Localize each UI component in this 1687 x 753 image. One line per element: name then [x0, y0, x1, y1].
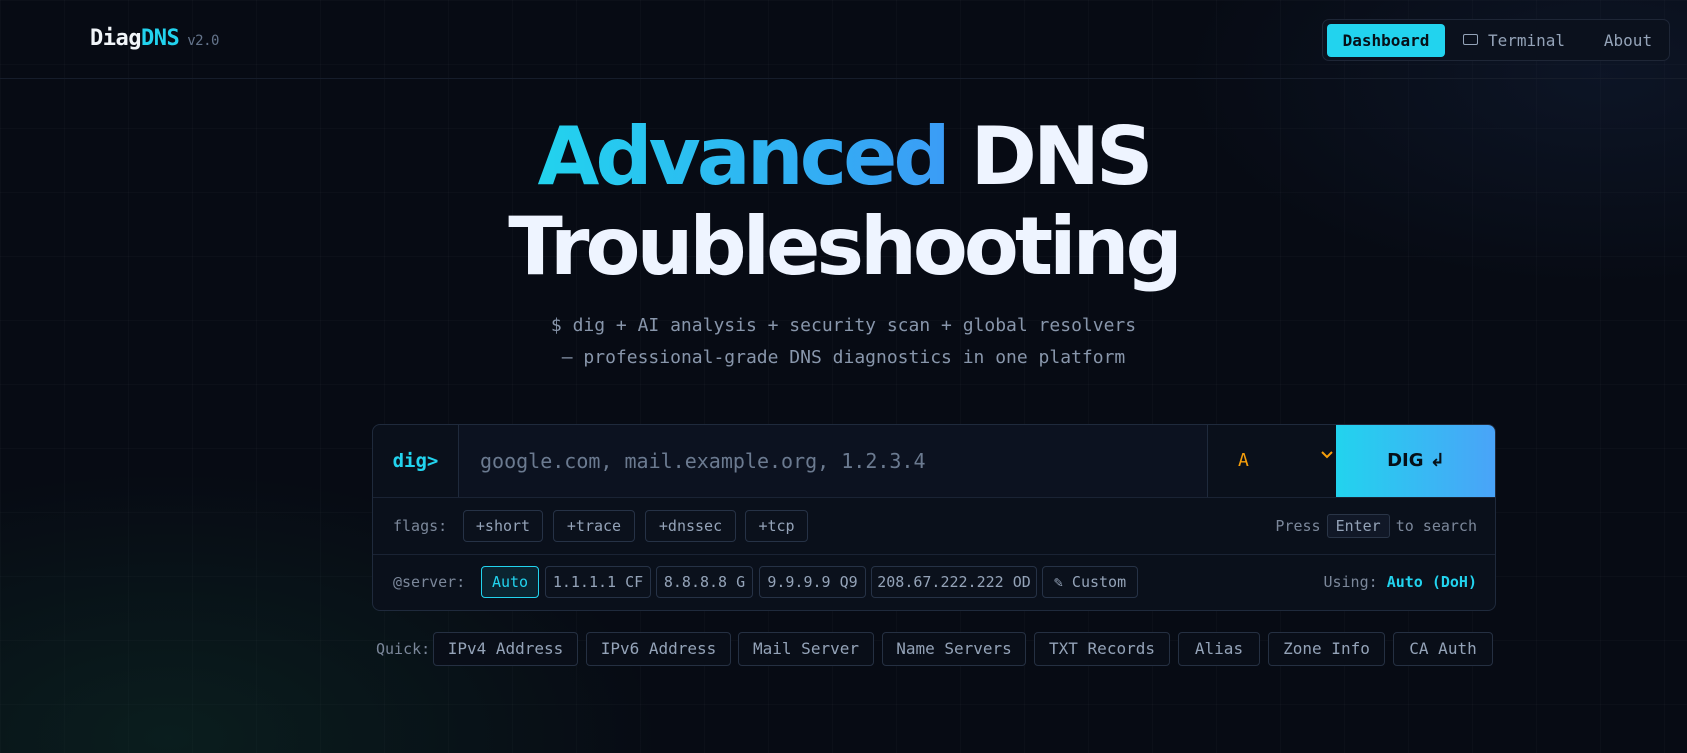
quick-name-servers-button[interactable]: Name Servers — [882, 632, 1026, 666]
quick-ipv4-button[interactable]: IPv4 Address — [433, 632, 578, 666]
quick-mail-server-button[interactable]: Mail Server — [738, 632, 874, 666]
hero-title-line1: Advanced DNS — [0, 112, 1687, 202]
chevron-down-icon — [1321, 451, 1333, 459]
enter-key-badge: Enter — [1326, 514, 1390, 538]
tab-dashboard[interactable]: Dashboard — [1327, 24, 1445, 57]
logo-text-diag: Diag — [90, 26, 141, 51]
server-row: @server: Auto 1.1.1.1 CF 8.8.8.8 G 9.9.9… — [373, 555, 1495, 610]
server-google-button[interactable]: 8.8.8.8 G — [656, 566, 753, 598]
flag-short-button[interactable]: +short — [463, 510, 543, 542]
server-cloudflare-button[interactable]: 1.1.1.1 CF — [545, 566, 651, 598]
flags-row: flags: +short +trace +dnssec +tcp Press E… — [373, 497, 1495, 555]
top-navbar: DiagDNS v2.0 Dashboard Terminal About — [0, 0, 1687, 79]
server-quad9-button[interactable]: 9.9.9.9 Q9 — [759, 566, 866, 598]
quick-label: Quick: — [376, 640, 431, 658]
nav-tabs: Dashboard Terminal About — [1322, 19, 1670, 61]
dig-button[interactable]: DIG ↲ — [1336, 425, 1495, 497]
flag-trace-button[interactable]: +trace — [553, 510, 635, 542]
record-type-select[interactable]: A — [1207, 425, 1336, 497]
using-indicator: Using: Auto (DoH) — [1323, 573, 1477, 591]
flag-tcp-button[interactable]: +tcp — [745, 510, 808, 542]
hero-title-line2: Troubleshooting — [508, 200, 1182, 293]
tab-about[interactable]: About — [1593, 24, 1663, 57]
flag-dnssec-button[interactable]: +dnssec — [645, 510, 736, 542]
quick-alias-button[interactable]: Alias — [1178, 632, 1260, 666]
logo-text-dns: DNS — [140, 26, 180, 51]
hint-suffix: to search — [1395, 517, 1477, 535]
quick-zone-info-button[interactable]: Zone Info — [1268, 632, 1385, 666]
hero-subtitle-line1: $ dig + AI analysis + security scan + gl… — [550, 315, 1137, 336]
tab-terminal-label: Terminal — [1487, 31, 1566, 50]
server-custom-button[interactable]: ✎ Custom — [1042, 566, 1138, 598]
hint-prefix: Press — [1275, 517, 1321, 535]
version-label: v2.0 — [187, 33, 219, 49]
flags-label: flags: — [393, 517, 448, 535]
enter-hint: Press Enter to search — [1275, 514, 1477, 538]
hero-title-dns: DNS — [970, 110, 1154, 203]
record-type-value: A — [1238, 450, 1249, 471]
using-label: Using: — [1323, 573, 1378, 591]
quick-txt-records-button[interactable]: TXT Records — [1034, 632, 1170, 666]
quick-ipv6-button[interactable]: IPv6 Address — [586, 632, 731, 666]
dig-search-panel: dig> A DIG ↲ flags: +short +trace +dnsse… — [372, 424, 1496, 611]
domain-search-input[interactable] — [459, 425, 1207, 497]
hero-subtitle-line2: — professional-grade DNS diagnostics in … — [561, 347, 1126, 368]
hero-title-highlight: Advanced — [537, 110, 950, 203]
server-auto-button[interactable]: Auto — [481, 566, 539, 598]
using-value: Auto (DoH) — [1386, 573, 1477, 591]
logo[interactable]: DiagDNS v2.0 — [90, 26, 219, 51]
server-label: @server: — [393, 573, 466, 591]
tab-terminal[interactable]: Terminal — [1453, 24, 1575, 57]
keyboard-icon — [1462, 34, 1478, 45]
dig-prompt: dig> — [373, 425, 459, 497]
quick-ca-auth-button[interactable]: CA Auth — [1393, 632, 1493, 666]
server-opendns-button[interactable]: 208.67.222.222 OD — [871, 566, 1037, 598]
